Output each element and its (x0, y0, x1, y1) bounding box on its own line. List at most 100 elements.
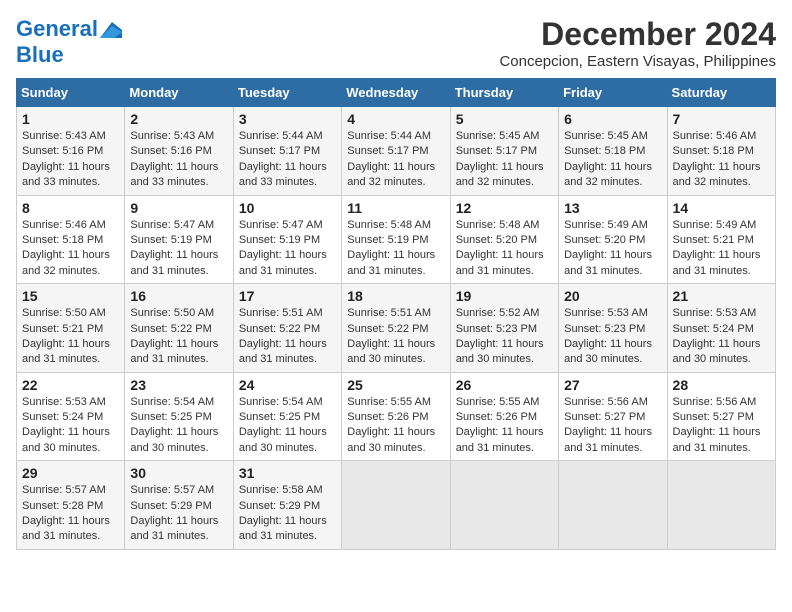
day-info: Sunrise: 5:53 AMSunset: 5:23 PMDaylight:… (564, 307, 652, 365)
table-row: 6 Sunrise: 5:45 AMSunset: 5:18 PMDayligh… (559, 107, 667, 196)
day-number: 30 (130, 465, 227, 481)
table-row: 5 Sunrise: 5:45 AMSunset: 5:17 PMDayligh… (450, 107, 558, 196)
calendar-week-row: 8 Sunrise: 5:46 AMSunset: 5:18 PMDayligh… (17, 195, 776, 284)
table-row: 16 Sunrise: 5:50 AMSunset: 5:22 PMDaylig… (125, 284, 233, 373)
day-info: Sunrise: 5:43 AMSunset: 5:16 PMDaylight:… (130, 130, 218, 188)
day-number: 26 (456, 377, 553, 393)
day-info: Sunrise: 5:56 AMSunset: 5:27 PMDaylight:… (564, 396, 652, 454)
calendar-week-row: 1 Sunrise: 5:43 AMSunset: 5:16 PMDayligh… (17, 107, 776, 196)
day-number: 21 (673, 288, 770, 304)
calendar-week-row: 29 Sunrise: 5:57 AMSunset: 5:28 PMDaylig… (17, 461, 776, 550)
day-number: 22 (22, 377, 119, 393)
day-number: 14 (673, 200, 770, 216)
day-info: Sunrise: 5:53 AMSunset: 5:24 PMDaylight:… (673, 307, 761, 365)
day-info: Sunrise: 5:51 AMSunset: 5:22 PMDaylight:… (347, 307, 435, 365)
day-info: Sunrise: 5:49 AMSunset: 5:21 PMDaylight:… (673, 219, 761, 277)
page-subtitle: Concepcion, Eastern Visayas, Philippines (499, 53, 776, 70)
table-row: 19 Sunrise: 5:52 AMSunset: 5:23 PMDaylig… (450, 284, 558, 373)
calendar-header-row: Sunday Monday Tuesday Wednesday Thursday… (17, 79, 776, 107)
day-number: 27 (564, 377, 661, 393)
table-row: 2 Sunrise: 5:43 AMSunset: 5:16 PMDayligh… (125, 107, 233, 196)
logo-icon (100, 22, 122, 44)
table-row: 31 Sunrise: 5:58 AMSunset: 5:29 PMDaylig… (233, 461, 341, 550)
day-number: 8 (22, 200, 119, 216)
header-friday: Friday (559, 79, 667, 107)
day-number: 17 (239, 288, 336, 304)
day-info: Sunrise: 5:46 AMSunset: 5:18 PMDaylight:… (673, 130, 761, 188)
day-number: 31 (239, 465, 336, 481)
day-info: Sunrise: 5:48 AMSunset: 5:19 PMDaylight:… (347, 219, 435, 277)
day-number: 18 (347, 288, 444, 304)
calendar-table: Sunday Monday Tuesday Wednesday Thursday… (16, 78, 776, 550)
header-wednesday: Wednesday (342, 79, 450, 107)
table-row: 3 Sunrise: 5:44 AMSunset: 5:17 PMDayligh… (233, 107, 341, 196)
table-row (450, 461, 558, 550)
table-row: 9 Sunrise: 5:47 AMSunset: 5:19 PMDayligh… (125, 195, 233, 284)
day-number: 1 (22, 111, 119, 127)
day-info: Sunrise: 5:51 AMSunset: 5:22 PMDaylight:… (239, 307, 327, 365)
day-info: Sunrise: 5:45 AMSunset: 5:17 PMDaylight:… (456, 130, 544, 188)
day-number: 11 (347, 200, 444, 216)
table-row: 29 Sunrise: 5:57 AMSunset: 5:28 PMDaylig… (17, 461, 125, 550)
header-thursday: Thursday (450, 79, 558, 107)
day-info: Sunrise: 5:58 AMSunset: 5:29 PMDaylight:… (239, 484, 327, 542)
table-row: 10 Sunrise: 5:47 AMSunset: 5:19 PMDaylig… (233, 195, 341, 284)
day-number: 16 (130, 288, 227, 304)
table-row (667, 461, 775, 550)
day-info: Sunrise: 5:55 AMSunset: 5:26 PMDaylight:… (456, 396, 544, 454)
calendar-week-row: 22 Sunrise: 5:53 AMSunset: 5:24 PMDaylig… (17, 372, 776, 461)
table-row: 4 Sunrise: 5:44 AMSunset: 5:17 PMDayligh… (342, 107, 450, 196)
table-row: 21 Sunrise: 5:53 AMSunset: 5:24 PMDaylig… (667, 284, 775, 373)
day-number: 9 (130, 200, 227, 216)
day-number: 13 (564, 200, 661, 216)
table-row: 11 Sunrise: 5:48 AMSunset: 5:19 PMDaylig… (342, 195, 450, 284)
header-sunday: Sunday (17, 79, 125, 107)
day-info: Sunrise: 5:48 AMSunset: 5:20 PMDaylight:… (456, 219, 544, 277)
day-number: 15 (22, 288, 119, 304)
day-number: 24 (239, 377, 336, 393)
table-row: 24 Sunrise: 5:54 AMSunset: 5:25 PMDaylig… (233, 372, 341, 461)
day-info: Sunrise: 5:44 AMSunset: 5:17 PMDaylight:… (239, 130, 327, 188)
day-info: Sunrise: 5:45 AMSunset: 5:18 PMDaylight:… (564, 130, 652, 188)
header-tuesday: Tuesday (233, 79, 341, 107)
day-info: Sunrise: 5:50 AMSunset: 5:22 PMDaylight:… (130, 307, 218, 365)
day-info: Sunrise: 5:54 AMSunset: 5:25 PMDaylight:… (130, 396, 218, 454)
day-number: 6 (564, 111, 661, 127)
page-title: December 2024 (499, 16, 776, 53)
table-row: 22 Sunrise: 5:53 AMSunset: 5:24 PMDaylig… (17, 372, 125, 461)
day-number: 7 (673, 111, 770, 127)
header-saturday: Saturday (667, 79, 775, 107)
table-row: 12 Sunrise: 5:48 AMSunset: 5:20 PMDaylig… (450, 195, 558, 284)
table-row: 17 Sunrise: 5:51 AMSunset: 5:22 PMDaylig… (233, 284, 341, 373)
day-info: Sunrise: 5:50 AMSunset: 5:21 PMDaylight:… (22, 307, 110, 365)
day-number: 29 (22, 465, 119, 481)
title-block: December 2024 Concepcion, Eastern Visaya… (499, 16, 776, 70)
table-row: 25 Sunrise: 5:55 AMSunset: 5:26 PMDaylig… (342, 372, 450, 461)
table-row: 13 Sunrise: 5:49 AMSunset: 5:20 PMDaylig… (559, 195, 667, 284)
day-info: Sunrise: 5:47 AMSunset: 5:19 PMDaylight:… (130, 219, 218, 277)
day-number: 20 (564, 288, 661, 304)
day-info: Sunrise: 5:56 AMSunset: 5:27 PMDaylight:… (673, 396, 761, 454)
day-info: Sunrise: 5:52 AMSunset: 5:23 PMDaylight:… (456, 307, 544, 365)
day-number: 12 (456, 200, 553, 216)
table-row: 28 Sunrise: 5:56 AMSunset: 5:27 PMDaylig… (667, 372, 775, 461)
table-row: 1 Sunrise: 5:43 AMSunset: 5:16 PMDayligh… (17, 107, 125, 196)
day-number: 4 (347, 111, 444, 127)
day-number: 5 (456, 111, 553, 127)
day-number: 2 (130, 111, 227, 127)
table-row: 7 Sunrise: 5:46 AMSunset: 5:18 PMDayligh… (667, 107, 775, 196)
table-row: 8 Sunrise: 5:46 AMSunset: 5:18 PMDayligh… (17, 195, 125, 284)
day-info: Sunrise: 5:46 AMSunset: 5:18 PMDaylight:… (22, 219, 110, 277)
day-info: Sunrise: 5:57 AMSunset: 5:28 PMDaylight:… (22, 484, 110, 542)
day-info: Sunrise: 5:49 AMSunset: 5:20 PMDaylight:… (564, 219, 652, 277)
table-row (559, 461, 667, 550)
logo: GeneralBlue (16, 16, 122, 68)
day-number: 3 (239, 111, 336, 127)
day-number: 23 (130, 377, 227, 393)
day-info: Sunrise: 5:44 AMSunset: 5:17 PMDaylight:… (347, 130, 435, 188)
table-row: 27 Sunrise: 5:56 AMSunset: 5:27 PMDaylig… (559, 372, 667, 461)
table-row (342, 461, 450, 550)
day-number: 10 (239, 200, 336, 216)
table-row: 20 Sunrise: 5:53 AMSunset: 5:23 PMDaylig… (559, 284, 667, 373)
header-monday: Monday (125, 79, 233, 107)
